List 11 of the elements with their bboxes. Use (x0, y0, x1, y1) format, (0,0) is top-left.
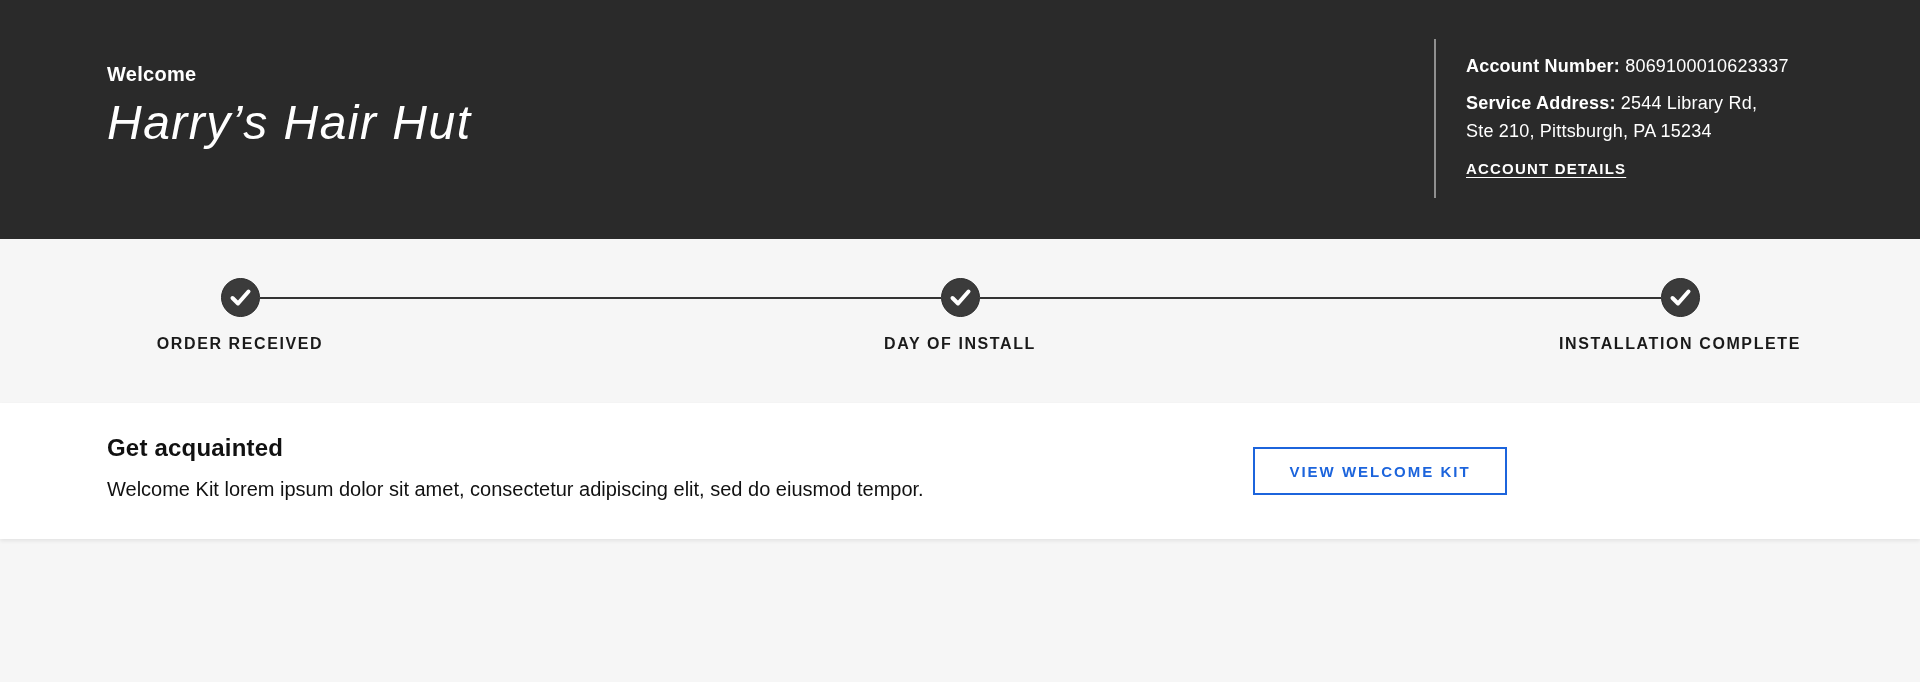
step-label: ORDER RECEIVED (156, 334, 324, 354)
card-description: Welcome Kit lorem ipsum dolor sit amet, consectetur adipiscing elit, sed do eiusmod tempor. (107, 477, 925, 502)
step-label: DAY OF INSTALL (884, 334, 1036, 354)
service-address: Service Address: 2544 Library Rd, Ste 210, Pittsburgh, PA 15234 (1466, 92, 1759, 143)
card-title: Get acquainted (107, 433, 285, 463)
step-label: INSTALLATION COMPLETE (1559, 334, 1801, 354)
greeting-text: Welcome (107, 62, 198, 87)
account-number: Account Number: 8069100010623337 (1466, 55, 1790, 78)
account-details-link[interactable]: ACCOUNT DETAILS (1466, 160, 1627, 177)
business-name: Harry’s Hair Hut (107, 95, 472, 151)
view-welcome-kit-button[interactable]: VIEW WELCOME KIT (1253, 447, 1507, 495)
